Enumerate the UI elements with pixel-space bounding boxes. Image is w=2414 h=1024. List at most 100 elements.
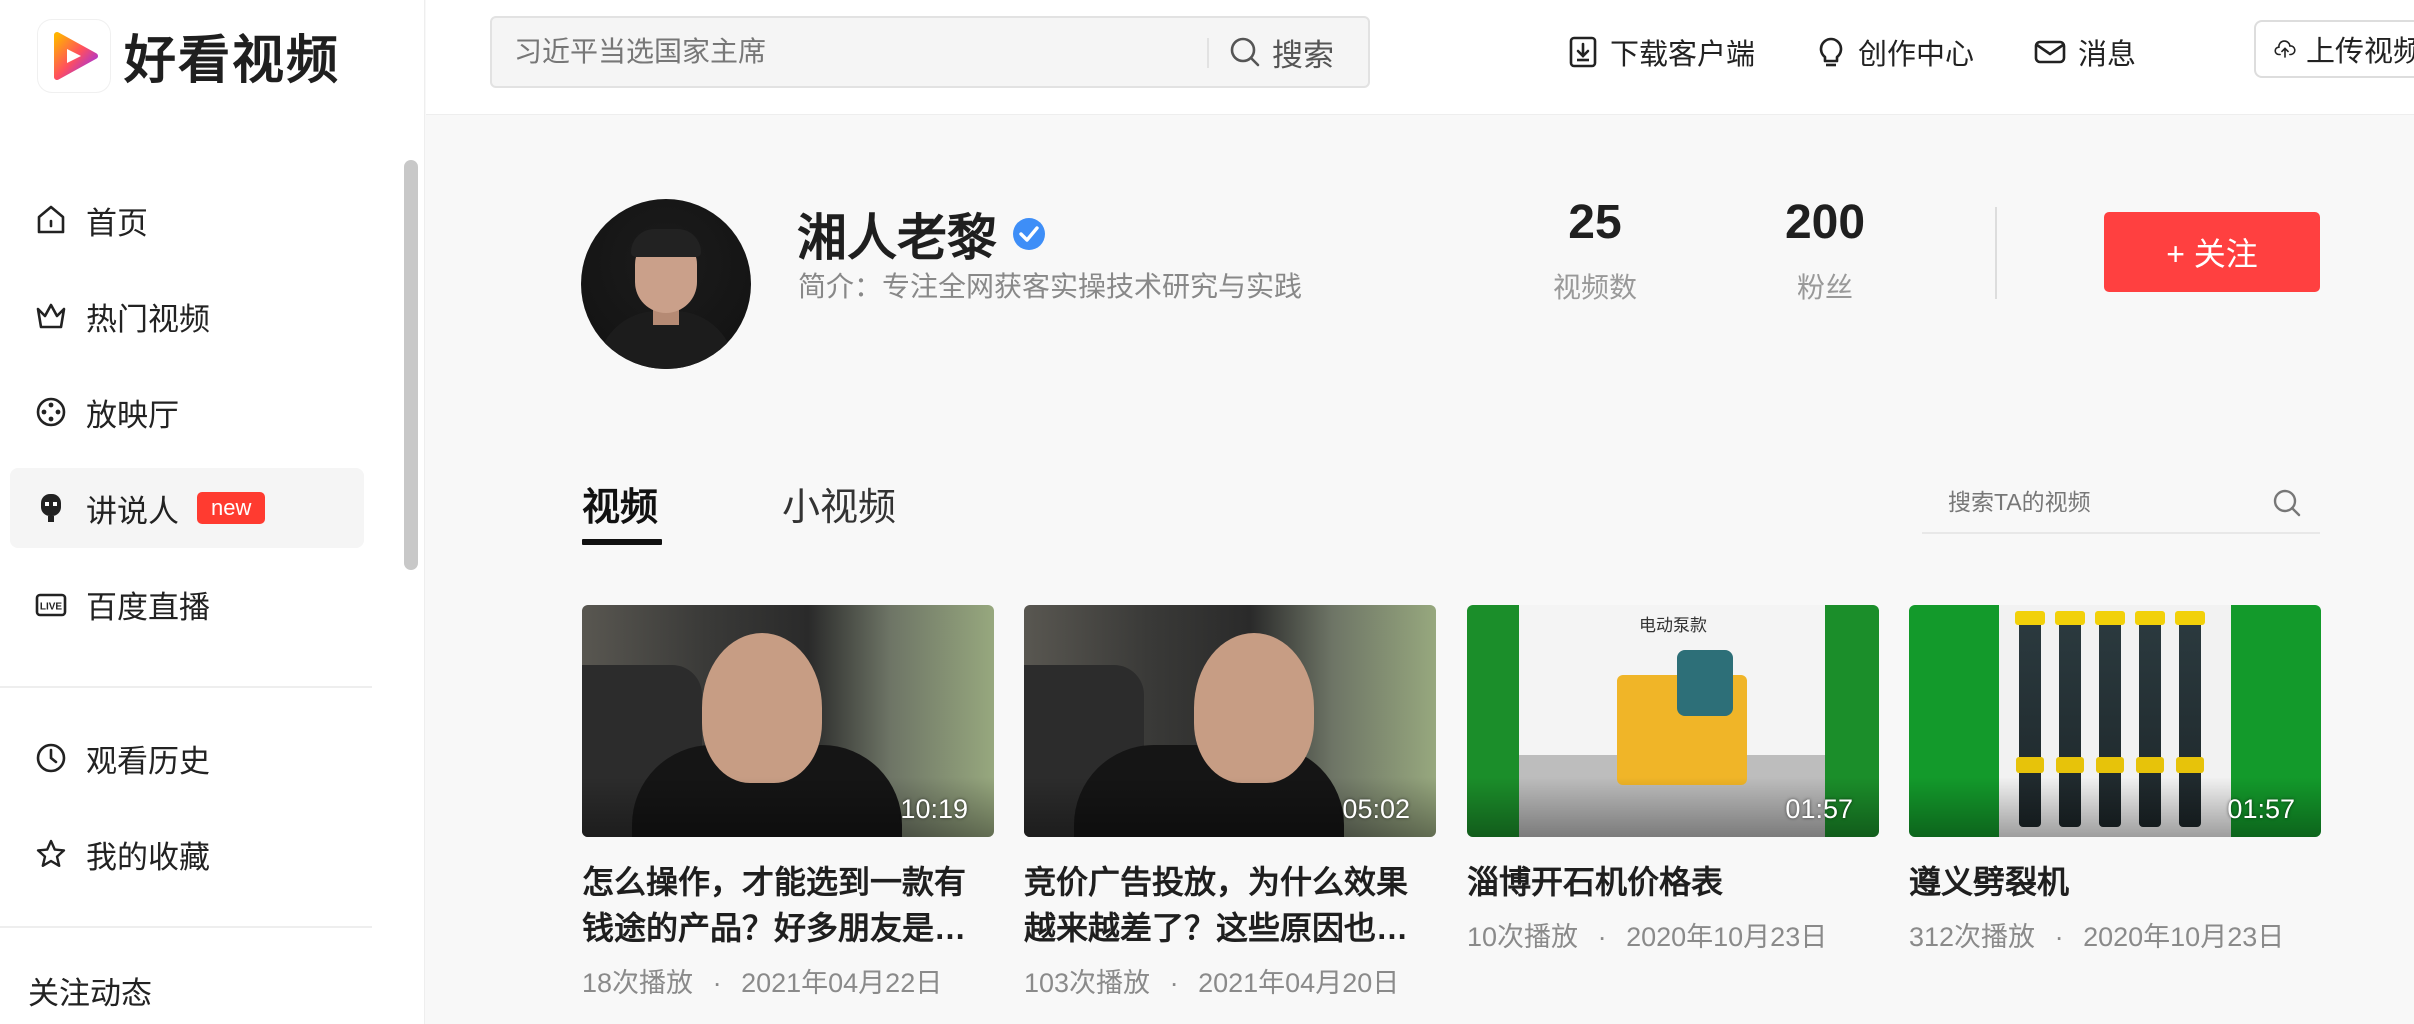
video-title[interactable]: 淄博开石机价格表: [1467, 859, 1879, 905]
live-icon: LIVE: [35, 593, 67, 617]
meta-separator: ·: [712, 968, 722, 998]
sidebar-divider: [0, 686, 372, 688]
mail-icon: [2034, 40, 2066, 64]
video-date: 2020年10月23日: [2083, 922, 2285, 952]
video-count-value: 25: [1568, 196, 1622, 249]
meta-separator: ·: [1169, 968, 1179, 998]
lightbulb-icon: [1819, 37, 1843, 67]
thumbnail-caption: 电动泵款: [1639, 616, 1707, 635]
sidebar-item-label: 放映厅: [86, 397, 179, 433]
follow-feed-title: 关注动态: [28, 976, 152, 1011]
tab-videos[interactable]: 视频: [582, 476, 658, 531]
home-icon: [37, 205, 65, 234]
sidebar: 好看视频 首页 热门视频 放映厅 讲说人 new LIVE 百度直播 观看历史: [0, 0, 425, 1024]
video-title[interactable]: 怎么操作，才能选到一款有钱途的产品？好多朋友是…: [582, 859, 994, 951]
author-name: 湘人老黎: [797, 210, 997, 266]
author-video-search-input[interactable]: [1946, 482, 2246, 522]
sidebar-item-theater[interactable]: 放映厅: [10, 372, 364, 452]
search-button[interactable]: 搜索: [1228, 18, 1334, 86]
sidebar-item-label: 讲说人: [86, 493, 179, 529]
logo-play-icon: [38, 19, 110, 92]
video-duration: 01:57: [2227, 794, 2295, 824]
video-plays: 10次播放: [1467, 922, 1579, 952]
meta-separator: ·: [1597, 922, 1607, 952]
sidebar-item-baidu-live[interactable]: LIVE 百度直播: [10, 564, 364, 644]
author-name-row: 湘人老黎: [797, 198, 1047, 270]
download-icon: [1569, 36, 1597, 68]
video-count-label: 视频数: [1552, 272, 1637, 303]
search-box: 搜索: [490, 16, 1370, 88]
messages-label: 消息: [2078, 39, 2137, 71]
video-thumbnail[interactable]: 01:57: [1909, 605, 2321, 837]
active-tab-indicator: [582, 539, 662, 545]
stats-divider: [1995, 207, 1997, 299]
video-plays: 312次播放: [1909, 922, 2036, 952]
video-plays: 18次播放: [582, 968, 694, 998]
sidebar-item-label: 百度直播: [86, 589, 210, 625]
download-client-label: 下载客户端: [1610, 39, 1756, 71]
video-thumbnail[interactable]: 05:02: [1024, 605, 1436, 837]
author-video-search: [1922, 472, 2320, 534]
video-title[interactable]: 竞价广告投放，为什么效果越来越差了？这些原因也…: [1024, 859, 1436, 951]
brand-name: 好看视频: [124, 32, 341, 90]
sidebar-item-history[interactable]: 观看历史: [10, 718, 364, 798]
tab-short-videos[interactable]: 小视频: [782, 476, 896, 531]
search-icon: [1230, 37, 1260, 67]
download-client-link[interactable]: 下载客户端: [1568, 28, 1755, 76]
video-thumbnail[interactable]: 电动泵款 01:57: [1467, 605, 1879, 837]
crown-icon: [36, 303, 66, 329]
video-title[interactable]: 遵义劈裂机: [1909, 859, 2321, 905]
sidebar-scrollbar[interactable]: [404, 160, 418, 570]
speaker-icon: [41, 494, 61, 522]
author-intro: 简介：专注全网获客实操技术研究与实践: [798, 271, 1303, 302]
cloud-upload-icon: [2274, 40, 2296, 58]
sidebar-item-speakers[interactable]: 讲说人 new: [10, 468, 364, 548]
sidebar-nav: 首页 热门视频 放映厅 讲说人 new LIVE 百度直播: [10, 180, 364, 660]
sidebar-item-label: 首页: [86, 205, 148, 241]
creator-center-label: 创作中心: [1858, 39, 1975, 71]
sidebar-secondary-nav: 观看历史 我的收藏: [10, 718, 364, 910]
messages-link[interactable]: 消息: [2034, 28, 2136, 76]
search-button-label: 搜索: [1272, 37, 1334, 73]
sidebar-item-favorites[interactable]: 我的收藏: [10, 814, 364, 894]
video-duration: 05:02: [1342, 794, 1410, 824]
video-meta: 103次播放 · 2021年04月20日: [1024, 961, 1436, 1000]
author-avatar[interactable]: [581, 199, 751, 369]
follow-button-label: + 关注: [2166, 236, 2258, 272]
star-icon: [36, 839, 66, 867]
video-meta: 312次播放 · 2020年10月23日: [1909, 915, 2321, 954]
video-date: 2020年10月23日: [1626, 922, 1828, 952]
video-duration: 01:57: [1785, 794, 1853, 824]
clock-icon: [36, 743, 66, 773]
video-count-stat: 25 视频数: [1515, 195, 1675, 306]
verified-icon: [1013, 218, 1045, 250]
video-duration: 10:19: [900, 794, 968, 824]
video-date: 2021年04月22日: [741, 968, 943, 998]
brand-logo[interactable]: 好看视频: [38, 18, 340, 93]
top-header: 搜索 下载客户端 创作中心 消息 上传视频: [426, 0, 2414, 115]
video-date: 2021年04月20日: [1198, 968, 1400, 998]
sidebar-item-label: 我的收藏: [86, 839, 210, 875]
video-card[interactable]: 05:02 竞价广告投放，为什么效果越来越差了？这些原因也… 103次播放 · …: [1024, 605, 1436, 1000]
search-input[interactable]: [512, 18, 1172, 86]
new-badge: new: [197, 492, 266, 524]
sidebar-item-hot-videos[interactable]: 热门视频: [10, 276, 364, 356]
fans-count-value: 200: [1784, 196, 1866, 249]
fans-count-label: 粉丝: [1796, 272, 1853, 303]
upload-video-button[interactable]: 上传视频: [2254, 20, 2414, 78]
creator-center-link[interactable]: 创作中心: [1816, 28, 1974, 76]
sidebar-item-home[interactable]: 首页: [10, 180, 364, 260]
film-reel-icon: [36, 397, 66, 427]
video-card[interactable]: 电动泵款 01:57 淄博开石机价格表 10次播放 · 2020年10月23日: [1467, 605, 1879, 954]
fans-count-stat: 200 粉丝: [1745, 195, 1905, 306]
video-card[interactable]: 10:19 怎么操作，才能选到一款有钱途的产品？好多朋友是… 18次播放 · 2…: [582, 605, 994, 1000]
video-thumbnail[interactable]: 10:19: [582, 605, 994, 837]
follow-button[interactable]: + 关注: [2104, 212, 2320, 292]
sidebar-divider: [0, 926, 372, 928]
video-meta: 10次播放 · 2020年10月23日: [1467, 915, 1879, 954]
svg-text:LIVE: LIVE: [40, 602, 63, 613]
video-plays: 103次播放: [1024, 968, 1151, 998]
search-icon[interactable]: [2272, 488, 2302, 518]
video-card[interactable]: 01:57 遵义劈裂机 312次播放 · 2020年10月23日: [1909, 605, 2321, 954]
meta-separator: ·: [2054, 922, 2064, 952]
